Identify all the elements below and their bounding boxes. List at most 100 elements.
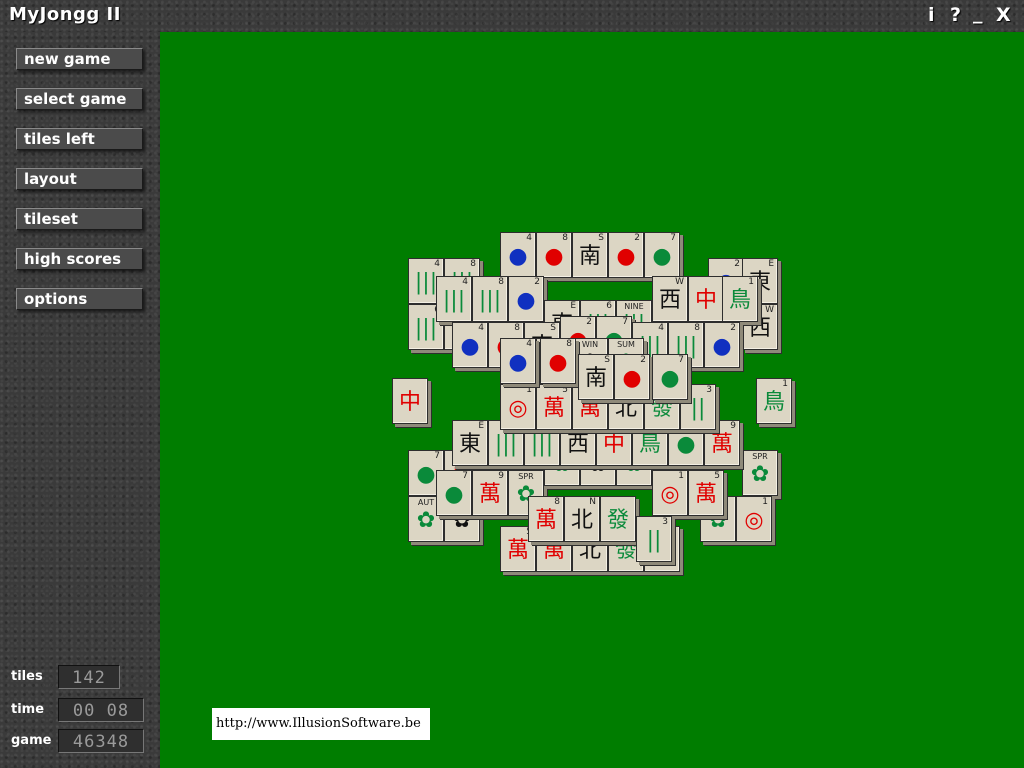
minimize-button[interactable]: _ — [973, 2, 983, 24]
tile-symbol: ● — [660, 366, 680, 391]
mahjong-tile[interactable]: S南 — [572, 232, 608, 278]
tile-symbol: ● — [508, 244, 528, 269]
tile-symbol: ● — [444, 482, 464, 507]
tile-symbol: 南 — [578, 244, 601, 269]
mahjong-tile[interactable]: 8● — [536, 232, 572, 278]
tile-index: 8 — [566, 339, 572, 349]
tile-symbol: 中 — [602, 432, 625, 457]
tile-symbol: ◎ — [744, 508, 764, 533]
tile-symbol: 萬 — [710, 432, 733, 457]
tile-symbol: ● — [652, 244, 672, 269]
mahjong-tile[interactable]: E東 — [452, 420, 488, 466]
tile-index: N — [589, 497, 596, 507]
mahjong-tile[interactable]: 7● — [644, 232, 680, 278]
mahjong-tile[interactable]: 1 ◎ — [500, 384, 536, 430]
mahjong-tile[interactable]: 9萬 — [472, 470, 508, 516]
tile-symbol: 萬 — [694, 482, 717, 507]
tile-symbol: ● — [616, 244, 636, 269]
tile-symbol: ● — [516, 288, 536, 313]
mahjong-tile[interactable]: 中 — [392, 378, 428, 424]
tile-index: 1 — [526, 385, 532, 395]
new-game-button[interactable]: new game — [16, 48, 143, 70]
mahjong-tile[interactable]: 4 ● — [500, 338, 536, 384]
tile-index: 7 — [678, 355, 684, 365]
mahjong-tile[interactable]: 8||| — [472, 276, 508, 322]
mahjong-tile[interactable]: 7● — [436, 470, 472, 516]
game-board: 4|||8|||2●E東6|||NINE|||W西中1鳥7●9萬SPR✿AUT✿… — [160, 32, 1024, 768]
tileset-button[interactable]: tileset — [16, 208, 143, 230]
mahjong-tile[interactable]: 8● — [540, 338, 576, 384]
tile-index: S — [550, 323, 556, 333]
high-scores-button[interactable]: high scores — [16, 248, 143, 270]
options-button[interactable]: options — [16, 288, 143, 310]
tile-index: 8 — [470, 259, 476, 269]
mahjong-tile[interactable]: N北 — [564, 496, 600, 542]
tile-index: E — [570, 301, 576, 311]
tile-index: 6 — [606, 301, 612, 311]
tile-symbol: ● — [622, 366, 642, 391]
mahjong-tile[interactable]: 3|| — [636, 516, 672, 562]
tile-label: NINE — [624, 302, 644, 311]
mahjong-tile[interactable]: 2● — [704, 322, 740, 368]
tile-symbol: 西 — [566, 432, 589, 457]
mahjong-tile[interactable]: 4 ||| — [436, 276, 472, 322]
mahjong-tile[interactable]: 4 ● — [452, 322, 488, 368]
mahjong-tile[interactable]: 5萬 — [688, 470, 724, 516]
website-url: http://www.IllusionSoftware.be — [212, 708, 430, 740]
mahjong-tile[interactable]: W西 — [652, 276, 688, 322]
tile-symbol: ◎ — [660, 482, 680, 507]
close-button[interactable]: X — [996, 4, 1011, 26]
tile-symbol: 萬 — [478, 482, 501, 507]
mahjong-tile[interactable]: SPR✿ — [742, 450, 778, 496]
tile-label: WIN — [581, 340, 599, 349]
mahjong-tile[interactable]: 7● — [652, 354, 688, 400]
mahjong-tile[interactable]: 2● — [608, 232, 644, 278]
tile-symbol: ||| — [530, 432, 554, 457]
tile-index: 1 — [678, 471, 684, 481]
mahjong-tile[interactable]: 1鳥 — [722, 276, 758, 322]
tile-index: 4 — [526, 233, 532, 243]
tile-index: 9 — [730, 421, 736, 431]
mahjong-tile[interactable]: 1鳥 — [756, 378, 792, 424]
tile-index: W — [675, 277, 684, 287]
tile-index: 2 — [734, 259, 740, 269]
tile-symbol: 鳥 — [762, 390, 785, 415]
layout-button[interactable]: layout — [16, 168, 143, 190]
help-button[interactable]: ? — [950, 4, 961, 26]
tiles-left-button[interactable]: tiles left — [16, 128, 143, 150]
tile-index: 7 — [622, 317, 628, 327]
mahjong-tile[interactable]: S南 — [578, 354, 614, 400]
tile-symbol: || — [646, 528, 662, 553]
tile-symbol: 發 — [606, 508, 629, 533]
title-bar: MyJongg II i ? _ X — [0, 0, 1024, 32]
tile-index: 3 — [662, 517, 668, 527]
info-button[interactable]: i — [928, 4, 935, 26]
mahjong-tile[interactable]: 2● — [508, 276, 544, 322]
tile-symbol: ||| — [478, 288, 502, 313]
tile-symbol: ◎ — [508, 396, 528, 421]
select-game-button[interactable]: select game — [16, 88, 143, 110]
mahjong-tile[interactable]: 1 ◎ — [652, 470, 688, 516]
mahjong-tile[interactable]: 5萬 — [536, 384, 572, 430]
tile-symbol: 南 — [584, 366, 607, 391]
mahjong-tile[interactable]: 發 — [600, 496, 636, 542]
mahjong-tile[interactable]: 4 ● — [500, 232, 536, 278]
tile-index: 2 — [640, 355, 646, 365]
tile-index: 5 — [562, 385, 568, 395]
tile-index: 2 — [534, 277, 540, 287]
mahjong-tile[interactable]: 1 ◎ — [736, 496, 772, 542]
tile-symbol: 中 — [694, 288, 717, 313]
mahjong-tile[interactable]: 8萬 — [528, 496, 564, 542]
tile-symbol: ✿ — [750, 462, 770, 487]
mahjong-tile[interactable]: 2● — [614, 354, 650, 400]
time-label: time — [11, 702, 45, 717]
tile-index: W — [765, 305, 774, 315]
tile-index: 4 — [434, 259, 440, 269]
tile-symbol: ● — [508, 350, 528, 375]
tile-index: 7 — [462, 471, 468, 481]
mahjong-tile[interactable]: 中 — [688, 276, 724, 322]
tile-index: 2 — [634, 233, 640, 243]
tile-index: 1 — [782, 379, 788, 389]
app-title: MyJongg II — [9, 4, 121, 25]
tile-index: 3 — [706, 385, 712, 395]
